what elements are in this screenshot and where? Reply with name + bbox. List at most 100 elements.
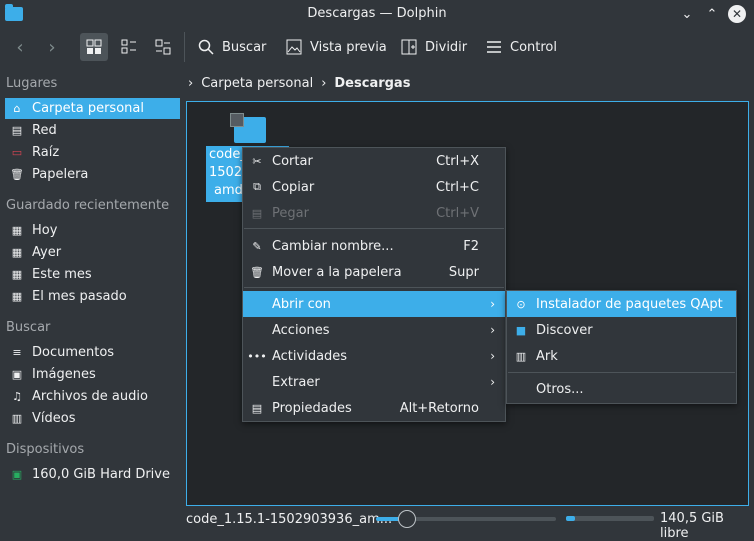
sidebar-item-home[interactable]: ⌂ Carpeta personal bbox=[5, 98, 180, 119]
forward-button[interactable]: › bbox=[38, 33, 66, 61]
preview-label: Vista previa bbox=[310, 39, 387, 55]
sidebar-item-label: Ayer bbox=[32, 245, 62, 260]
menu-label: Abrir con bbox=[272, 296, 331, 312]
menu-shortcut: Ctrl+X bbox=[436, 153, 479, 169]
selection-toggle-icon[interactable] bbox=[230, 113, 244, 127]
search-label: Buscar bbox=[222, 39, 267, 55]
zoom-slider-handle[interactable] bbox=[397, 510, 416, 528]
sidebar-item-network[interactable]: ▤ Red bbox=[5, 120, 180, 141]
search-icon bbox=[198, 39, 214, 55]
context-menu: ✂ Cortar Ctrl+X ⧉ Copiar Ctrl+C ▤ Pegar Ctrl+V… bbox=[242, 147, 506, 422]
calendar-icon: ▦ bbox=[11, 268, 23, 281]
chevron-down-icon: ⌄ bbox=[681, 6, 693, 22]
details-view-button[interactable] bbox=[149, 33, 177, 61]
menu-item-actions[interactable]: Acciones › bbox=[243, 317, 505, 343]
places-header: Lugares bbox=[6, 76, 58, 91]
menu-item-move-to-trash[interactable]: 🗑 Mover a la papelera Supr bbox=[243, 259, 505, 285]
sidebar-item-documents[interactable]: ≡ Documentos bbox=[5, 342, 180, 363]
maximize-button[interactable]: ⌃ bbox=[703, 5, 721, 23]
toolbar-separator bbox=[184, 32, 185, 62]
menu-item-copy[interactable]: ⧉ Copiar Ctrl+C bbox=[243, 174, 505, 200]
search-header: Buscar bbox=[6, 320, 51, 335]
details-view-icon bbox=[155, 39, 171, 55]
menu-label: Discover bbox=[536, 322, 593, 338]
menu-label: Pegar bbox=[272, 205, 309, 221]
paste-icon: ▤ bbox=[251, 206, 263, 220]
chevron-right-icon: › bbox=[490, 297, 495, 311]
trash-icon: 🗑 bbox=[10, 168, 24, 181]
sidebar-item-last-month[interactable]: ▦ El mes pasado bbox=[5, 286, 180, 307]
search-button[interactable]: Buscar bbox=[198, 33, 266, 61]
free-space-fill bbox=[566, 516, 575, 521]
properties-icon: ▤ bbox=[251, 401, 263, 415]
music-note-icon: ♫ bbox=[12, 390, 22, 403]
film-icon: ▥ bbox=[11, 412, 23, 425]
menu-item-properties[interactable]: ▤ Propiedades Alt+Retorno bbox=[243, 395, 505, 421]
breadcrumb-home[interactable]: Carpeta personal bbox=[201, 76, 313, 91]
chevron-right-icon: › bbox=[490, 375, 495, 389]
sidebar-item-label: Vídeos bbox=[32, 411, 76, 426]
menu-item-paste: ▤ Pegar Ctrl+V bbox=[243, 200, 505, 226]
back-button[interactable]: ‹ bbox=[6, 33, 34, 61]
split-view-icon bbox=[401, 39, 417, 55]
network-icon: ▤ bbox=[11, 124, 23, 137]
close-button[interactable]: ✕ bbox=[728, 5, 746, 23]
menu-separator bbox=[244, 287, 504, 288]
sidebar-item-label: Carpeta personal bbox=[32, 101, 144, 116]
submenu-item-qapt[interactable]: ⊙ Instalador de paquetes QApt bbox=[507, 291, 736, 317]
menu-shortcut: F2 bbox=[463, 238, 479, 254]
zoom-slider[interactable] bbox=[376, 510, 556, 528]
root-folder-icon: ▭ bbox=[11, 146, 23, 159]
image-preview-icon bbox=[286, 39, 302, 55]
forward-arrow-icon: › bbox=[48, 36, 56, 58]
copy-icon: ⧉ bbox=[253, 180, 261, 193]
control-button[interactable]: Control bbox=[486, 33, 557, 61]
document-icon: ≡ bbox=[12, 346, 22, 359]
menu-label: Cambiar nombre... bbox=[272, 238, 394, 254]
sidebar-item-audio[interactable]: ♫ Archivos de audio bbox=[5, 386, 180, 407]
preview-button[interactable]: Vista previa bbox=[286, 33, 387, 61]
activities-icon: ••• bbox=[247, 349, 267, 363]
archive-icon: ▥ bbox=[515, 349, 527, 363]
sidebar-item-label: El mes pasado bbox=[32, 289, 127, 304]
sidebar-item-images[interactable]: ▣ Imágenes bbox=[5, 364, 180, 385]
recent-header: Guardado recientemente bbox=[6, 198, 170, 213]
icons-view-button[interactable] bbox=[80, 33, 108, 61]
sidebar-item-videos[interactable]: ▥ Vídeos bbox=[5, 408, 180, 429]
compact-view-icon bbox=[121, 39, 136, 54]
split-button[interactable]: Dividir bbox=[401, 33, 467, 61]
chevron-right-icon: › bbox=[490, 323, 495, 337]
submenu-item-discover[interactable]: ■ Discover bbox=[507, 317, 736, 343]
chevron-right-icon: › bbox=[490, 349, 495, 363]
sidebar-item-label: Papelera bbox=[32, 167, 89, 182]
sidebar-item-label: Hoy bbox=[32, 223, 58, 238]
menu-item-open-with[interactable]: Abrir con › bbox=[243, 291, 505, 317]
menu-item-extract[interactable]: Extraer › bbox=[243, 369, 505, 395]
breadcrumb-current[interactable]: Descargas bbox=[334, 76, 410, 91]
free-space-label: 140,5 GiB libre bbox=[660, 511, 724, 541]
submenu-item-other[interactable]: Otros... bbox=[507, 376, 736, 402]
package-installer-icon: ⊙ bbox=[516, 297, 526, 311]
sidebar-item-label: Este mes bbox=[32, 267, 92, 282]
calendar-icon: ▦ bbox=[11, 290, 23, 303]
menu-label: Copiar bbox=[272, 179, 315, 195]
control-label: Control bbox=[510, 39, 557, 55]
menu-label: Propiedades bbox=[272, 400, 352, 416]
open-with-submenu: ⊙ Instalador de paquetes QApt ■ Discover ▥… bbox=[506, 290, 737, 404]
sidebar-item-today[interactable]: ▦ Hoy bbox=[5, 220, 180, 241]
menu-item-activities[interactable]: ••• Actividades › bbox=[243, 343, 505, 369]
compact-view-button[interactable] bbox=[115, 33, 143, 61]
menu-item-rename[interactable]: ✎ Cambiar nombre... F2 bbox=[243, 233, 505, 259]
sidebar-item-trash[interactable]: 🗑 Papelera bbox=[5, 164, 180, 185]
sidebar-item-this-month[interactable]: ▦ Este mes bbox=[5, 264, 180, 285]
sidebar-item-root[interactable]: ▭ Raíz bbox=[5, 142, 180, 163]
sidebar-item-hard-drive[interactable]: ▣ 160,0 GiB Hard Drive bbox=[5, 464, 180, 485]
submenu-item-ark[interactable]: ▥ Ark bbox=[507, 343, 736, 369]
sidebar-item-yesterday[interactable]: ▦ Ayer bbox=[5, 242, 180, 263]
sidebar-item-label: Documentos bbox=[32, 345, 115, 360]
sidebar-item-label: 160,0 GiB Hard Drive bbox=[32, 467, 170, 482]
menu-item-cut[interactable]: ✂ Cortar Ctrl+X bbox=[243, 148, 505, 174]
sidebar-item-label: Archivos de audio bbox=[32, 389, 148, 404]
hard-drive-icon: ▣ bbox=[11, 468, 23, 481]
minimize-button[interactable]: ⌄ bbox=[678, 5, 696, 23]
